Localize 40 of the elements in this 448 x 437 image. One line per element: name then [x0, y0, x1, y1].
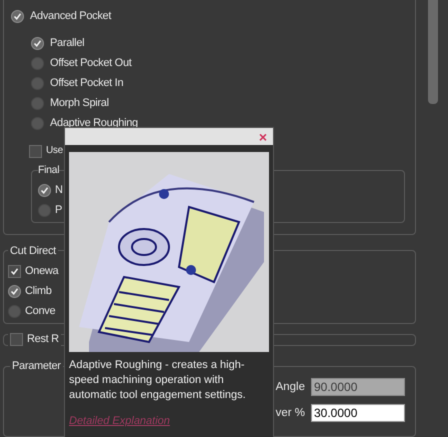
option-label: Use	[46, 146, 63, 156]
checkmark-icon	[10, 286, 19, 296]
selected-radio-button[interactable]	[31, 36, 44, 50]
group-title: Cut Direct	[9, 244, 58, 259]
option-label: Climb	[25, 286, 52, 297]
checkbox[interactable]	[29, 144, 42, 158]
tooltip-description: Adaptive Roughing - creates a high-speed machining operation with automatic tool engagement settings.	[68, 358, 247, 403]
field-label: ver %	[276, 406, 305, 421]
checkmark-icon	[33, 38, 42, 48]
scrollbar-thumb[interactable]	[428, 0, 438, 104]
option-label: Parallel	[50, 38, 84, 48]
checkbox[interactable]	[10, 333, 23, 346]
option-label: Conve	[25, 306, 56, 317]
option-label: Onewa	[25, 266, 58, 277]
option-label: Offset Pocket In	[50, 78, 124, 88]
radio-button[interactable]	[8, 304, 21, 318]
group-title: Final	[38, 163, 60, 178]
option-label: N	[55, 185, 63, 196]
close-button[interactable]: ×	[258, 130, 267, 144]
option-label: P	[55, 205, 62, 216]
option-label: Morph Spiral	[50, 98, 109, 108]
selected-radio-button[interactable]	[8, 284, 21, 298]
radio-button[interactable]	[38, 204, 51, 218]
checkbox[interactable]	[8, 264, 21, 278]
option-label: Offset Pocket Out	[50, 58, 132, 68]
selected-radio-button[interactable]	[11, 10, 24, 22]
radio-button[interactable]	[31, 96, 44, 110]
radio-button[interactable]	[31, 56, 44, 70]
option-label: Rest R	[27, 334, 59, 346]
group-title: Parameter	[11, 358, 62, 374]
number-field[interactable]: 30.0000	[311, 404, 405, 422]
option-label: Adaptive Roughing	[50, 118, 138, 128]
checkmark-icon	[40, 186, 49, 196]
selected-radio-button[interactable]	[38, 184, 51, 198]
checkmark-icon	[10, 266, 19, 276]
radio-button[interactable]	[31, 116, 44, 130]
checkmark-icon	[13, 12, 22, 20]
option-label: Advanced Pocket	[30, 10, 112, 22]
field-label: Angle	[276, 380, 305, 395]
radio-button[interactable]	[31, 76, 44, 90]
